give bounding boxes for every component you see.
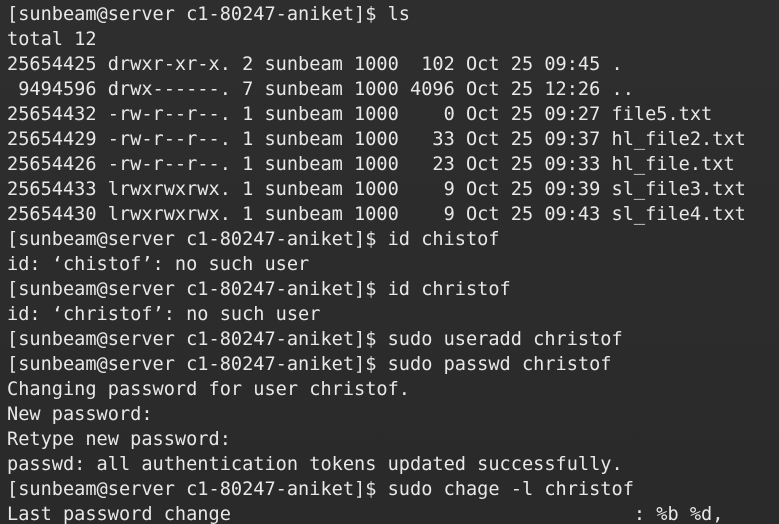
output-line: id: ‘chistof’: no such user [7,254,310,275]
output-line: New password: [7,404,153,425]
output-line: Changing password for user christof. [7,379,410,400]
output-line: 25654432 -rw-r--r--. 1 sunbeam 1000 0 Oc… [7,104,713,125]
prompt-useradd: [sunbeam@server c1-80247-aniket]$ sudo u… [7,329,623,350]
output-line: 25654430 lrwxrwxrwx. 1 sunbeam 1000 9 Oc… [7,204,746,225]
prompt-chage: [sunbeam@server c1-80247-aniket]$ sudo c… [7,479,634,500]
output-line: 9494596 drwx------. 7 sunbeam 1000 4096 … [7,79,634,100]
output-line: total 12 [7,29,97,50]
prompt-ls: [sunbeam@server c1-80247-aniket]$ ls [7,4,410,25]
terminal-output: [sunbeam@server c1-80247-aniket]$ ls tot… [7,2,779,524]
output-line: Last password change : %b %d, [7,504,724,524]
prompt-id-christof: [sunbeam@server c1-80247-aniket]$ id chr… [7,279,511,300]
prompt-passwd: [sunbeam@server c1-80247-aniket]$ sudo p… [7,354,612,375]
output-line: 25654426 -rw-r--r--. 1 sunbeam 1000 23 O… [7,154,735,175]
terminal-window[interactable]: [sunbeam@server c1-80247-aniket]$ ls tot… [0,0,779,524]
output-line: 25654425 drwxr-xr-x. 2 sunbeam 1000 102 … [7,54,623,75]
output-line: passwd: all authentication tokens update… [7,454,623,475]
output-line: 25654433 lrwxrwxrwx. 1 sunbeam 1000 9 Oc… [7,179,746,200]
prompt-id-chistof: [sunbeam@server c1-80247-aniket]$ id chi… [7,229,500,250]
output-line: id: ‘christof’: no such user [7,304,321,325]
output-line: Retype new password: [7,429,231,450]
output-line: 25654429 -rw-r--r--. 1 sunbeam 1000 33 O… [7,129,746,150]
